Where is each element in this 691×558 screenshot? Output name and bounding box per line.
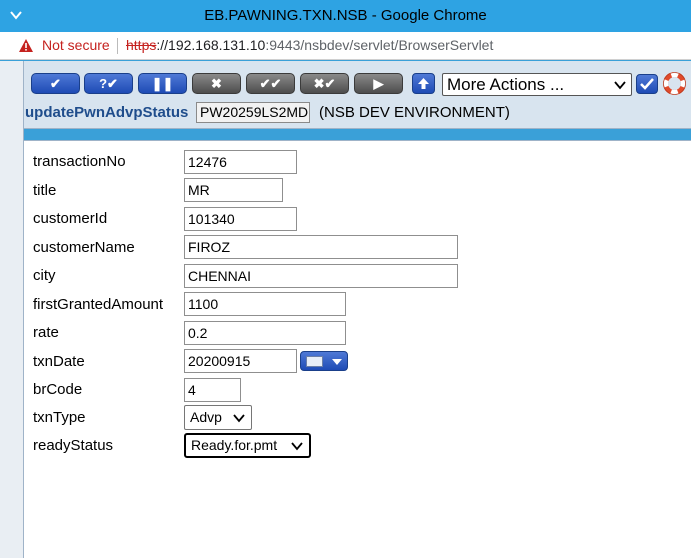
txnType-select[interactable]: Advp xyxy=(184,405,252,430)
chevron-down-icon xyxy=(233,406,245,433)
readyStatus-select[interactable]: Ready.for.pmt xyxy=(184,433,311,458)
firstGrantedAmount-label: firstGrantedAmount xyxy=(33,296,164,313)
form-title: updatePwnAdvpStatus xyxy=(25,104,189,121)
brCode-label: brCode xyxy=(33,381,83,398)
record-id-field: PW20259LS2MD xyxy=(196,102,310,123)
chevron-down-icon xyxy=(291,435,303,460)
commit-button[interactable]: ✔ xyxy=(31,73,80,94)
title-field[interactable]: MR xyxy=(184,178,283,202)
window-title: EB.PAWNING.TXN.NSB - Google Chrome xyxy=(204,7,487,24)
rate-label: rate xyxy=(33,324,59,341)
lifebuoy-icon[interactable] xyxy=(663,72,686,95)
next-button[interactable]: ▶ xyxy=(354,73,403,94)
txnDate-field[interactable]: 20200915 xyxy=(184,349,297,373)
more-actions-select[interactable]: More Actions ... xyxy=(442,73,632,96)
address-bar[interactable]: Not secure https://192.168.131.10:9443/n… xyxy=(0,32,691,60)
customerName-field[interactable]: FIROZ xyxy=(184,235,458,259)
url-host: ://192.168.131.10 xyxy=(156,37,266,53)
browser-window: EB.PAWNING.TXN.NSB - Google Chrome Not s… xyxy=(0,0,691,558)
customerId-label: customerId xyxy=(33,210,108,227)
chevron-down-icon xyxy=(614,74,626,98)
firstGrantedAmount-field[interactable]: 1100 xyxy=(184,292,346,316)
form-panel xyxy=(24,140,691,558)
customerId-field[interactable]: 101340 xyxy=(184,207,297,231)
address-separator xyxy=(117,38,118,54)
txnDate-label: txnDate xyxy=(33,353,85,370)
warning-triangle-icon[interactable] xyxy=(18,38,34,54)
city-label: city xyxy=(33,267,56,284)
city-field[interactable]: CHENNAI xyxy=(184,264,458,288)
left-frame-border xyxy=(0,61,24,558)
url-text[interactable]: https://192.168.131.10:9443/nsbdev/servl… xyxy=(126,37,493,53)
customerName-label: customerName xyxy=(33,239,135,256)
calendar-grid-icon xyxy=(306,356,323,367)
validate-button[interactable]: ?✔ xyxy=(84,73,133,94)
transactionNo-label: transactionNo xyxy=(33,153,126,170)
txnType-label: txnType xyxy=(33,409,86,426)
title-label: title xyxy=(33,182,57,199)
calendar-dropdown-icon xyxy=(331,354,343,371)
readyStatus-value: Ready.for.pmt xyxy=(191,437,278,453)
go-checkmark-icon[interactable] xyxy=(636,74,658,94)
more-actions-label: More Actions ... xyxy=(447,75,565,94)
not-secure-label[interactable]: Not secure xyxy=(42,37,110,53)
reverse-button[interactable]: ✖✔ xyxy=(300,73,349,94)
brCode-field[interactable]: 4 xyxy=(184,378,241,402)
delete-button[interactable]: ✖ xyxy=(192,73,241,94)
title-bar: EB.PAWNING.TXN.NSB - Google Chrome xyxy=(0,0,691,32)
environment-label: (NSB DEV ENVIRONMENT) xyxy=(319,104,510,121)
txnType-value: Advp xyxy=(190,409,222,425)
url-scheme: https xyxy=(126,37,157,53)
rate-field[interactable]: 0.2 xyxy=(184,321,346,345)
hold-button[interactable]: ❚❚ xyxy=(138,73,187,94)
transactionNo-field[interactable]: 12476 xyxy=(184,150,297,174)
readyStatus-label: readyStatus xyxy=(33,437,114,454)
authorise-button[interactable]: ✔✔ xyxy=(246,73,295,94)
up-arrow-icon[interactable] xyxy=(412,73,435,94)
calendar-icon[interactable] xyxy=(300,351,348,371)
url-path: :9443/nsbdev/servlet/BrowserServlet xyxy=(265,37,494,53)
